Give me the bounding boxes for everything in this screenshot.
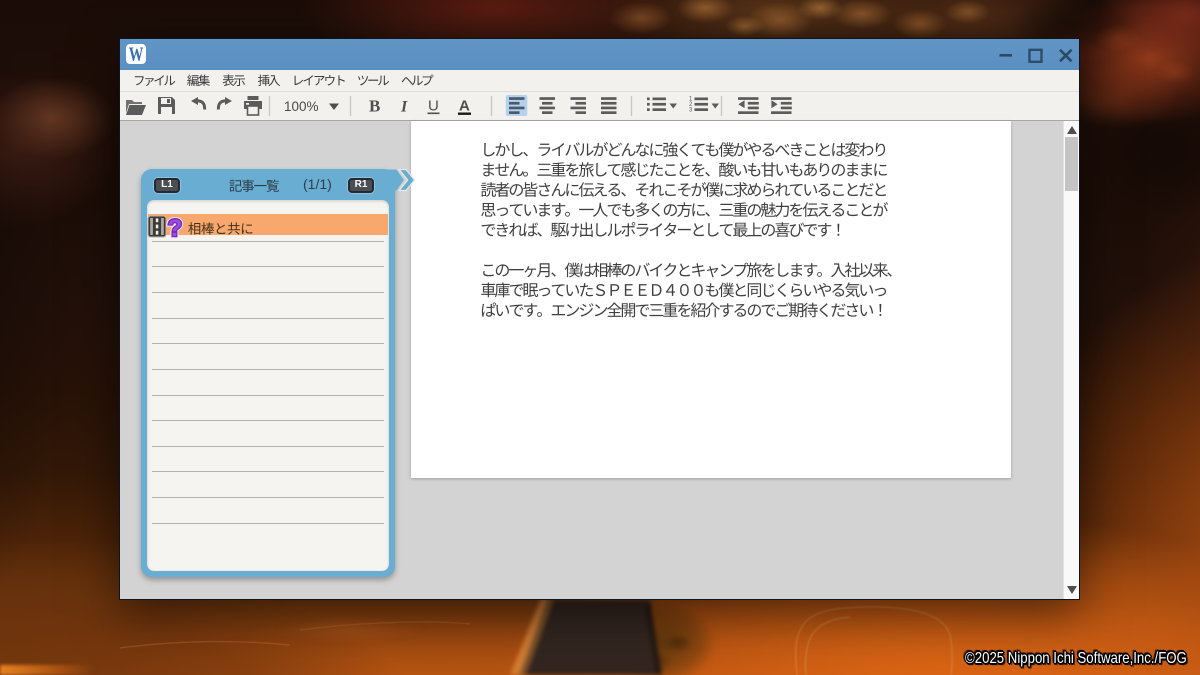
- svg-text:100%: 100%: [284, 99, 319, 114]
- svg-text:U: U: [428, 98, 439, 115]
- svg-text:?: ?: [168, 215, 183, 242]
- svg-text:I: I: [400, 99, 408, 116]
- svg-text:B: B: [369, 97, 380, 116]
- svg-text:3: 3: [689, 108, 693, 114]
- svg-text:A: A: [459, 98, 470, 115]
